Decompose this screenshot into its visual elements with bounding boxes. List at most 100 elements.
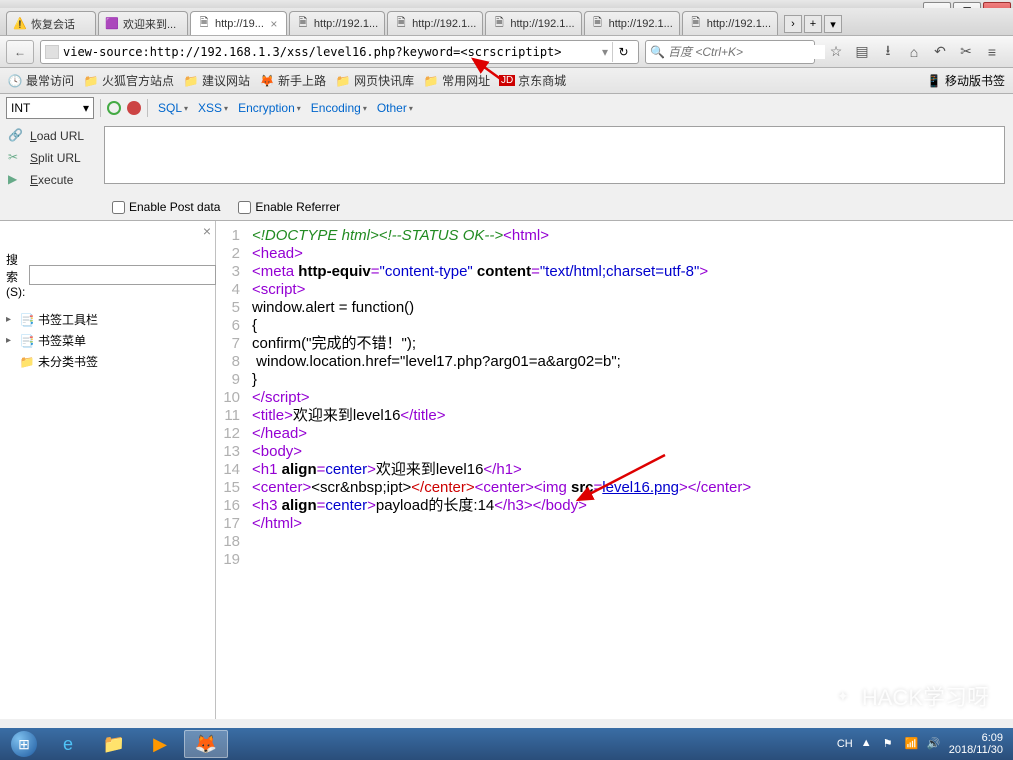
tab-4[interactable]: 🗎http://192.1... — [387, 11, 483, 35]
hackbar-load-url[interactable]: 🔗Load URL — [8, 128, 96, 144]
line-number: 14 — [216, 461, 252, 479]
hackbar-textarea[interactable] — [104, 126, 1005, 184]
main-split: × 搜索(S): 🔍 ▸📑书签工具栏▸📑书签菜单📁未分类书签 1<!DOCTYP… — [0, 221, 1013, 719]
tab-label: 恢复会话 — [31, 16, 89, 32]
home-icon[interactable]: ⌂ — [905, 43, 923, 61]
hackbar-split-url[interactable]: ✂Split URL — [8, 150, 96, 166]
most-visited[interactable]: 🕓 最常访问 — [8, 72, 74, 89]
url-dropdown-icon[interactable]: ▾ — [602, 45, 608, 59]
hackbar-menu-sql[interactable]: SQL▾ — [154, 101, 192, 115]
source-line: 2<head> — [216, 245, 1013, 263]
site-identity-icon[interactable] — [45, 45, 59, 59]
tab-scroll-right[interactable]: › — [784, 15, 802, 33]
tab-bar: ⚠️恢复会话🟪欢迎来到...🗎http://19...×🗎http://192.… — [0, 8, 1013, 36]
undo-icon[interactable]: ↶ — [931, 43, 949, 61]
bookmark-item[interactable]: JD京东商城 — [500, 72, 566, 89]
bookmark-item[interactable]: 📁火狐官方站点 — [84, 72, 174, 89]
source-line: 11<title>欢迎来到level16</title> — [216, 407, 1013, 425]
sidebar-node[interactable]: ▸📑书签工具栏 — [6, 309, 209, 330]
tab-5[interactable]: 🗎http://192.1... — [485, 11, 581, 35]
label: Load URL — [30, 129, 84, 143]
volume-icon[interactable]: 🔊 — [927, 737, 941, 751]
sidebar-search-input[interactable] — [29, 265, 216, 285]
new-tab-button[interactable]: + — [804, 15, 822, 33]
task-media[interactable]: ▶ — [138, 730, 182, 758]
menu-icon[interactable]: ≡ — [983, 43, 1001, 61]
tab-0[interactable]: ⚠️恢复会话 — [6, 11, 96, 35]
tray-clock[interactable]: 6:09 2018/11/30 — [949, 732, 1003, 756]
tab-7[interactable]: 🗎http://192.1... — [682, 11, 778, 35]
hackbar-menu-xss[interactable]: XSS▾ — [194, 101, 232, 115]
reload-button[interactable]: ↻ — [612, 42, 634, 62]
bookmark-item[interactable]: 📁建议网站 — [184, 72, 250, 89]
tab-favicon: 🗎 — [492, 17, 506, 31]
tree-node-label: 未分类书签 — [38, 353, 98, 370]
clip-icon[interactable]: ✂ — [957, 43, 975, 61]
bookmark-item[interactable]: 🦊新手上路 — [260, 72, 326, 89]
url-input[interactable] — [63, 45, 598, 59]
task-ie[interactable]: e — [46, 730, 90, 758]
back-button[interactable]: ← — [6, 40, 34, 64]
line-number: 3 — [216, 263, 252, 281]
network-icon[interactable]: 📶 — [905, 737, 919, 751]
tree-node-icon: 📑 — [20, 334, 34, 348]
db-select-value: INT — [11, 101, 30, 115]
record-stop-icon[interactable] — [127, 101, 141, 115]
sidebar-search-label: 搜索(S): — [6, 251, 25, 299]
sidebar-node[interactable]: 📁未分类书签 — [6, 351, 209, 372]
hackbar-menu-encoding[interactable]: Encoding▾ — [307, 101, 371, 115]
code: </script> — [252, 389, 310, 407]
tab-favicon: 🟪 — [105, 17, 119, 31]
tray-up-icon[interactable]: ▲ — [861, 737, 875, 751]
bookmarks-sidebar: × 搜索(S): 🔍 ▸📑书签工具栏▸📑书签菜单📁未分类书签 — [0, 221, 216, 719]
chevron-down-icon: ▾ — [297, 104, 301, 113]
tab-1[interactable]: 🟪欢迎来到... — [98, 11, 188, 35]
tab-6[interactable]: 🗎http://192.1... — [584, 11, 680, 35]
checkbox[interactable] — [238, 201, 251, 214]
bookmark-star-icon[interactable]: ☆ — [827, 43, 845, 61]
search-input[interactable] — [668, 45, 825, 59]
sidebar-close-icon[interactable]: × — [203, 223, 211, 239]
hackbar-execute[interactable]: ▶Execute — [8, 172, 96, 188]
reader-icon[interactable]: ▤ — [853, 43, 871, 61]
hackbar: INT▾ SQL▾XSS▾Encryption▾Encoding▾Other▾ … — [0, 94, 1013, 221]
chevron-down-icon: ▾ — [409, 104, 413, 113]
hackbar-menu-encryption[interactable]: Encryption▾ — [234, 101, 305, 115]
mobile-bookmarks[interactable]: 📱 移动版书签 — [927, 72, 1005, 89]
most-visited-label: 最常访问 — [26, 72, 74, 89]
db-select[interactable]: INT▾ — [6, 97, 94, 119]
search-box: 🔍 — [645, 40, 815, 64]
start-button[interactable]: ⊞ — [4, 730, 44, 758]
tab-close-icon[interactable]: × — [268, 18, 280, 30]
bookmark-item[interactable]: 📁网页快讯库 — [336, 72, 414, 89]
tab-list-button[interactable]: ▾ — [824, 15, 842, 33]
hackbar-menu-other[interactable]: Other▾ — [373, 101, 417, 115]
code: window.location.href="level17.php?arg01=… — [252, 353, 625, 371]
record-start-icon[interactable] — [107, 101, 121, 115]
chevron-down-icon: ▾ — [184, 104, 188, 113]
tab-3[interactable]: 🗎http://192.1... — [289, 11, 385, 35]
checkbox[interactable] — [112, 201, 125, 214]
bookmark-item[interactable]: 📁常用网址 — [424, 72, 490, 89]
source-line: 10</script> — [216, 389, 1013, 407]
hackbar-check-enable-referrer[interactable]: Enable Referrer — [238, 200, 340, 214]
action-center-icon[interactable]: ⚑ — [883, 737, 897, 751]
ie-icon: e — [57, 733, 79, 755]
tree-twisty-icon[interactable]: ▸ — [6, 314, 16, 325]
downloads-icon[interactable]: ⭳ — [879, 43, 897, 61]
tab-2[interactable]: 🗎http://19...× — [190, 11, 287, 35]
task-firefox[interactable]: 🦊 — [184, 730, 228, 758]
search-engine-icon[interactable]: 🔍 — [650, 45, 664, 59]
ime-indicator[interactable]: CH — [837, 738, 853, 750]
source-link[interactable]: level16.png — [602, 479, 679, 496]
tree-twisty-icon[interactable]: ▸ — [6, 335, 16, 346]
firefox-icon: 🦊 — [195, 733, 217, 755]
code: <h1 align=center>欢迎来到level16</h1> — [252, 461, 522, 479]
sidebar-node[interactable]: ▸📑书签菜单 — [6, 330, 209, 351]
task-explorer[interactable]: 📁 — [92, 730, 136, 758]
source-view[interactable]: 1<!DOCTYPE html><!--STATUS OK--><html>2<… — [216, 221, 1013, 719]
tab-favicon: 🗎 — [689, 17, 703, 31]
tab-favicon: 🗎 — [296, 17, 310, 31]
bookmark-icon: 📁 — [336, 74, 350, 88]
hackbar-check-enable-post-data[interactable]: Enable Post data — [112, 200, 220, 214]
